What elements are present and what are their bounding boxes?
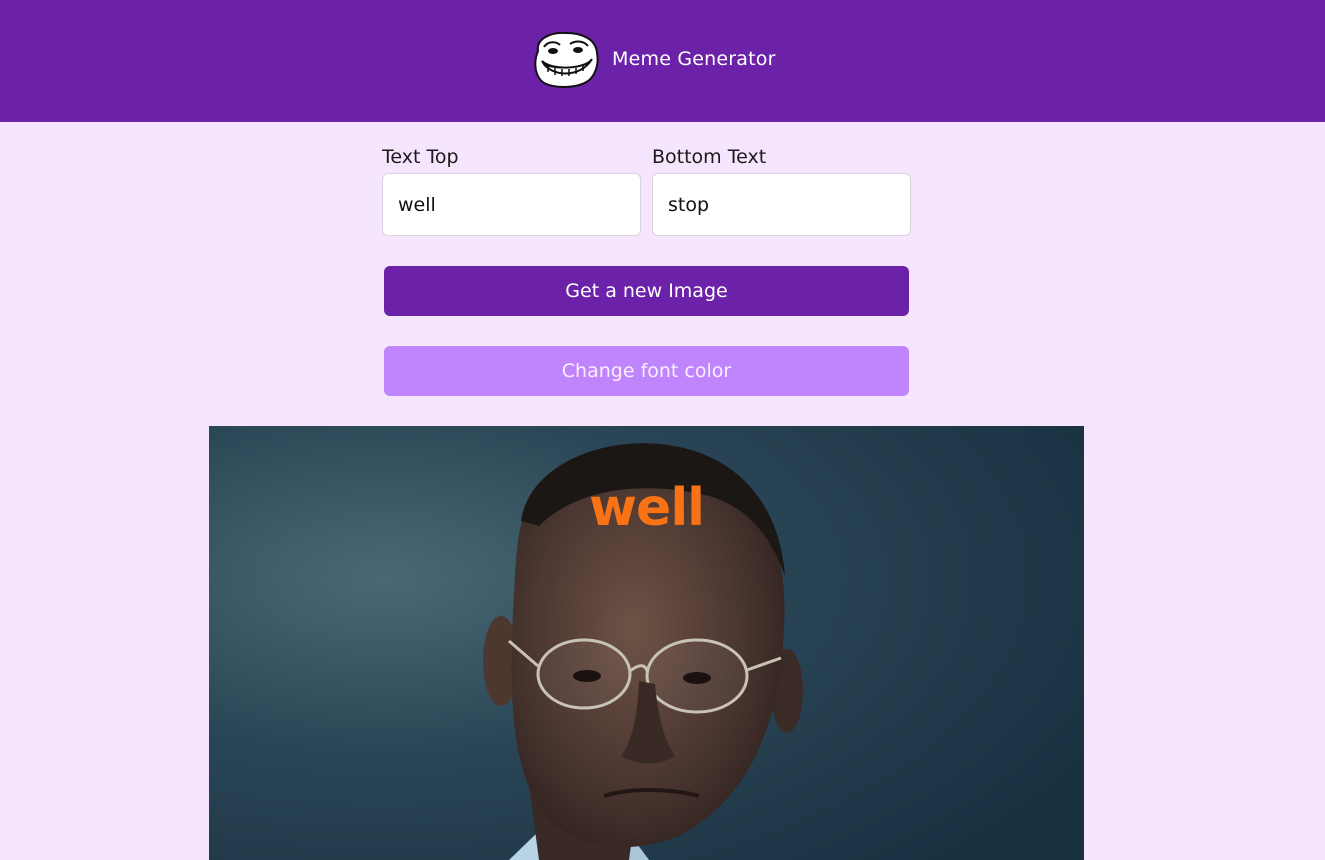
get-new-image-button[interactable]: Get a new Image <box>384 266 909 316</box>
bottom-text-input[interactable] <box>652 173 911 236</box>
app-title: Meme Generator <box>612 48 776 70</box>
bottom-text-label: Bottom Text <box>652 146 767 168</box>
trollface-icon <box>534 31 599 88</box>
text-top-input[interactable] <box>382 173 641 236</box>
change-font-color-button[interactable]: Change font color <box>384 346 909 396</box>
meme-top-text: well <box>589 478 705 538</box>
text-top-label: Text Top <box>382 146 459 168</box>
meme-image: well <box>209 426 1084 860</box>
app-header: Meme Generator <box>0 0 1325 122</box>
